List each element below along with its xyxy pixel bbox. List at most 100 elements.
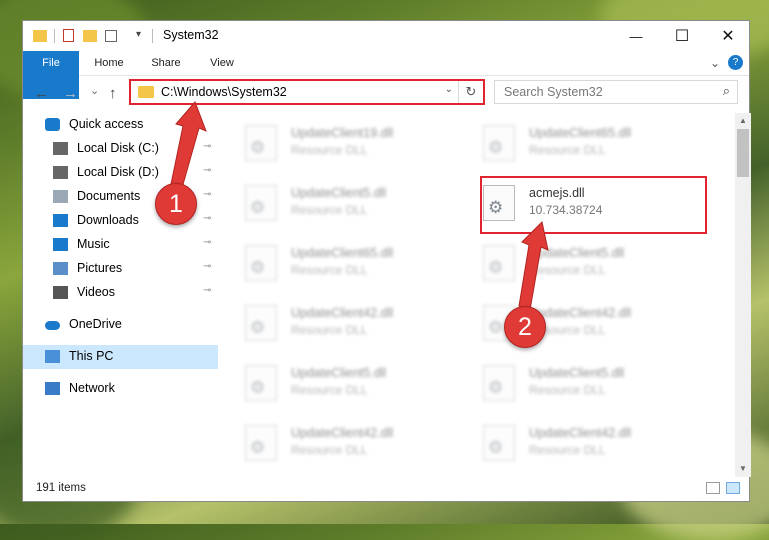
nav-item-this-pc[interactable]: This PC [23,345,218,369]
file-item[interactable]: ⚙ UpdateClient42.dll Resource DLL [483,419,713,467]
file-name: UpdateClient19.dll [291,126,394,140]
nav-item-onedrive[interactable]: OneDrive [23,313,218,337]
dll-file-icon: ⚙ [245,245,277,281]
scroll-down-icon[interactable]: ▼ [735,461,751,477]
pin-icon[interactable]: ⊸ [203,237,211,248]
cloud-icon [45,321,60,330]
new-folder-icon[interactable] [83,30,97,42]
window-title: System32 [163,28,219,42]
download-icon [53,214,68,227]
dll-file-icon: ⚙ [245,185,277,221]
file-name: UpdateClient65.dll [291,246,394,260]
file-subtitle: Resource DLL [291,263,368,277]
file-name: UpdateClient5.dll [529,366,625,380]
nav-item-label: Videos [77,285,115,299]
file-name: UpdateClient65.dll [529,126,632,140]
address-bar[interactable]: C:\Windows\System32 ⌄ ↻ [129,79,485,105]
search-input[interactable]: Search System32 [504,85,603,99]
file-item[interactable]: ⚙ UpdateClient65.dll Resource DLL [245,239,475,287]
back-button[interactable]: ← [34,85,49,102]
file-item[interactable]: ⚙ UpdateClient5.dll Resource DLL [483,359,713,407]
drive-icon [53,142,68,155]
navigation-bar: ← → ⌄ ↑ C:\Windows\System32 ⌄ ↻ Search S… [23,76,749,110]
file-item[interactable]: ⚙ UpdateClient5.dll Resource DLL [483,239,713,287]
file-item[interactable]: ⚙ UpdateClient42.dll Resource DLL [245,299,475,347]
file-subtitle: Resource DLL [529,443,606,457]
pin-icon[interactable]: ⊸ [203,141,211,152]
file-subtitle: Resource DLL [529,263,606,277]
nav-item-local-disk-d[interactable]: Local Disk (D:) ⊸ [23,161,218,185]
file-item[interactable]: ⚙ UpdateClient5.dll Resource DLL [245,359,475,407]
dll-file-icon: ⚙ [245,425,277,461]
nav-item-pictures[interactable]: Pictures ⊸ [23,257,218,281]
file-subtitle: Resource DLL [529,383,606,397]
search-icon[interactable]: ⌕ [723,83,730,99]
customize-icon[interactable] [105,30,117,42]
nav-item-local-disk-c[interactable]: Local Disk (C:) ⊸ [23,137,218,161]
pin-icon[interactable]: ⊸ [203,165,211,176]
large-icons-view-icon[interactable] [726,482,740,494]
explorer-window: ▾ System32 — ☐ ✕ File Home Share View ⌄ … [22,20,751,502]
address-dropdown-icon[interactable]: ⌄ [445,84,453,95]
gear-icon: ⚙ [488,318,504,337]
help-icon[interactable]: ? [728,55,743,70]
nav-item-label: Local Disk (C:) [77,141,159,155]
nav-item-label: Music [77,237,110,251]
scroll-up-icon[interactable]: ▲ [735,113,751,129]
dll-file-icon: ⚙ [245,125,277,161]
tab-share[interactable]: Share [141,51,191,75]
refresh-button[interactable]: ↻ [458,81,483,103]
file-item[interactable]: ⚙ UpdateClient65.dll Resource DLL [483,119,713,167]
pin-icon[interactable]: ⊸ [203,189,211,200]
file-name: UpdateClient5.dll [291,186,387,200]
drive-icon [53,166,68,179]
details-view-icon[interactable] [706,482,720,494]
dll-file-icon: ⚙ [483,425,515,461]
ribbon-expand-icon[interactable]: ⌄ [707,51,723,75]
file-item[interactable]: ⚙ UpdateClient42.dll Resource DLL [245,419,475,467]
star-icon [45,118,60,131]
nav-item-label: Network [69,381,115,395]
tab-view[interactable]: View [199,51,245,75]
file-list: ⚙ UpdateClient19.dll Resource DLL ⚙ UpdateCl… [221,113,733,477]
close-button[interactable]: ✕ [705,21,751,51]
file-subtitle: Resource DLL [529,143,606,157]
maximize-button[interactable]: ☐ [659,21,705,51]
nav-item-label: Pictures [77,261,123,275]
properties-icon[interactable] [63,29,74,42]
gear-icon: ⚙ [488,438,504,457]
nav-item-label: Quick access [69,117,144,131]
nav-item-label: Downloads [77,213,139,227]
folder-icon [138,86,154,98]
network-icon [45,382,60,395]
dll-file-icon: ⚙ [483,365,515,401]
computer-icon [45,350,60,363]
nav-item-network[interactable]: Network [23,377,218,401]
dll-file-icon: ⚙ [245,305,277,341]
file-name: UpdateClient5.dll [529,246,625,260]
videos-icon [53,286,68,299]
file-item[interactable]: ⚙ UpdateClient5.dll Resource DLL [245,179,475,227]
tab-home[interactable]: Home [83,51,135,75]
gear-icon: ⚙ [488,378,504,397]
minimize-button[interactable]: — [613,21,659,51]
forward-button[interactable]: → [63,85,78,102]
pictures-icon [53,262,68,275]
gear-icon: ⚙ [250,438,266,457]
pin-icon[interactable]: ⊸ [203,261,211,272]
search-box[interactable]: Search System32 ⌕ [494,80,738,104]
nav-item-videos[interactable]: Videos ⊸ [23,281,218,305]
file-item[interactable]: ⚙ UpdateClient19.dll Resource DLL [245,119,475,167]
nav-item-music[interactable]: Music ⊸ [23,233,218,257]
pin-icon[interactable]: ⊸ [203,213,211,224]
nav-item-quick-access[interactable]: Quick access [23,113,218,137]
up-button[interactable]: ↑ [109,85,117,102]
gear-icon: ⚙ [250,258,266,277]
vertical-scrollbar[interactable]: ▲ ▼ [735,113,751,477]
recent-locations-button[interactable]: ⌄ [90,84,99,97]
address-path[interactable]: C:\Windows\System32 [161,85,287,99]
title-bar: ▾ System32 — ☐ ✕ [23,21,749,51]
pin-icon[interactable]: ⊸ [203,285,211,296]
scroll-thumb[interactable] [737,129,749,177]
qat-dropdown-icon[interactable]: ▾ [136,29,141,40]
